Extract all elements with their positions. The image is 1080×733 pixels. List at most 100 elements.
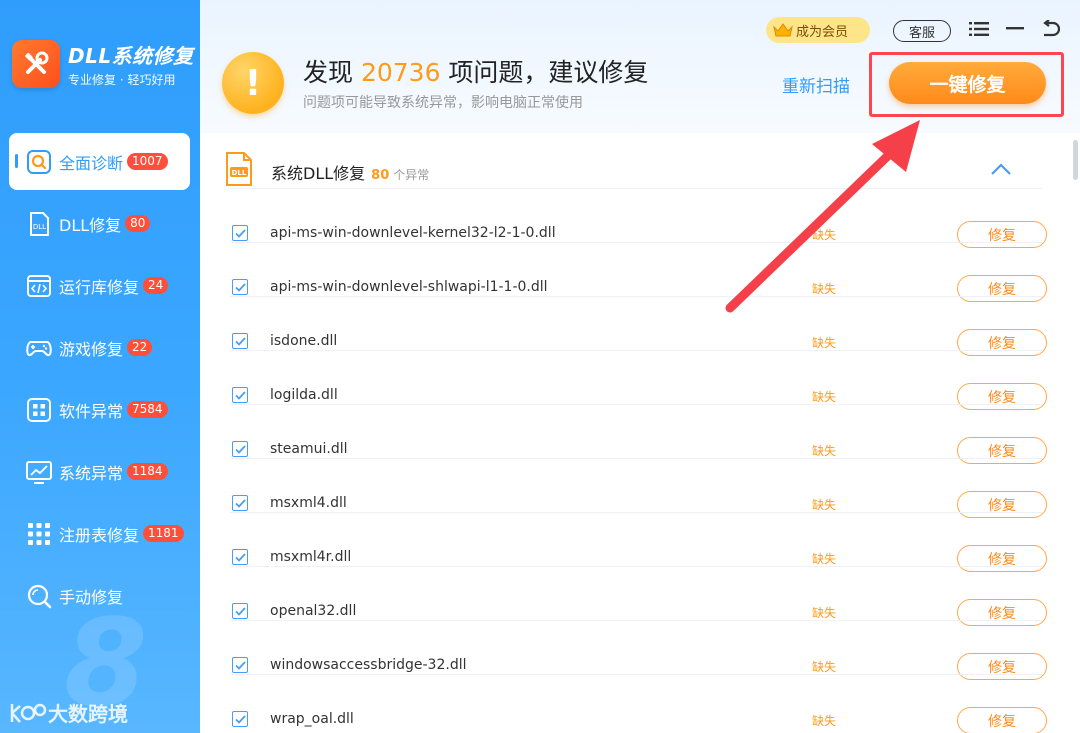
row-checkbox[interactable] — [232, 711, 248, 727]
checkmark-icon — [234, 390, 246, 400]
row-checkbox[interactable] — [232, 441, 248, 457]
status-label: 缺失 — [812, 498, 837, 512]
table-row: msxml4.dll 缺失 修复 — [230, 458, 1047, 518]
gamepad-icon — [25, 334, 53, 362]
dll-file-icon: DLL — [25, 210, 53, 238]
sidebar: DLL系统修复 专业修复 · 轻巧好用 全面诊断 1007 DLL DLL修复 … — [0, 0, 200, 733]
sidebar-nav: 全面诊断 1007 DLL DLL修复 80 运行库修复 24 游戏修复 22 — [9, 133, 190, 629]
search-icon — [25, 148, 53, 176]
one-click-fix-button[interactable]: 一键修复 — [889, 62, 1046, 104]
back-icon[interactable] — [1038, 16, 1064, 42]
section-count: 80 — [371, 168, 390, 183]
page-title: 发现 20736 项问题，建议修复 — [303, 58, 649, 87]
dll-filename: openal32.dll — [270, 603, 357, 619]
menu-icon[interactable] — [966, 16, 992, 42]
sidebar-item-dll-repair[interactable]: DLL DLL修复 80 — [9, 195, 190, 252]
app-subtitle: 专业修复 · 轻巧好用 — [68, 73, 176, 87]
sidebar-item-label: DLL修复 — [59, 215, 122, 235]
minimize-icon[interactable] — [1002, 16, 1028, 42]
checkmark-icon — [234, 336, 246, 346]
row-checkbox[interactable] — [232, 387, 248, 403]
status-label: 缺失 — [812, 282, 837, 296]
sidebar-item-label: 系统异常 — [59, 463, 124, 483]
header: ! 发现 20736 项问题，建议修复 问题项可能导致系统异常，影响电脑正常使用… — [200, 0, 1080, 133]
sidebar-item-label: 注册表修复 — [59, 525, 140, 545]
checkmark-icon — [234, 228, 246, 238]
table-row: openal32.dll 缺失 修复 — [230, 566, 1047, 626]
svg-text:DLL: DLL — [232, 169, 247, 177]
count-badge: 1181 — [143, 525, 184, 542]
sidebar-item-registry-repair[interactable]: 注册表修复 1181 — [9, 505, 190, 562]
table-row: api-ms-win-downlevel-kernel32-l2-1-0.dll… — [230, 188, 1047, 248]
status-label: 缺失 — [812, 714, 837, 728]
sidebar-item-label: 运行库修复 — [59, 277, 140, 297]
dll-filename: msxml4r.dll — [270, 549, 352, 565]
row-checkbox[interactable] — [232, 603, 248, 619]
watermark-text: 大数跨境 — [48, 702, 128, 726]
issue-count: 20736 — [360, 58, 441, 87]
sidebar-item-system-issues[interactable]: 系统异常 1184 — [9, 443, 190, 500]
count-badge: 1184 — [127, 463, 168, 480]
dll-filename: logilda.dll — [270, 387, 338, 403]
customer-service-button[interactable]: 客服 — [893, 20, 951, 42]
checkmark-icon — [234, 606, 246, 616]
apps-grid-icon — [25, 396, 53, 424]
table-row: isdone.dll 缺失 修复 — [230, 296, 1047, 356]
count-badge: 80 — [125, 215, 151, 232]
registry-grid-icon — [25, 520, 53, 548]
checkmark-icon — [234, 714, 246, 724]
rescan-link[interactable]: 重新扫描 — [782, 72, 850, 97]
page-subtitle: 问题项可能导致系统异常，影响电脑正常使用 — [303, 95, 583, 111]
section-unit: 个异常 — [393, 168, 430, 182]
dll-filename: isdone.dll — [270, 333, 338, 349]
count-badge: 24 — [143, 277, 169, 294]
table-row: msxml4r.dll 缺失 修复 — [230, 512, 1047, 572]
row-checkbox[interactable] — [232, 549, 248, 565]
checkmark-icon — [234, 498, 246, 508]
scrollbar-thumb[interactable] — [1073, 140, 1078, 180]
fix-button[interactable]: 修复 — [957, 707, 1047, 733]
row-checkbox[interactable] — [232, 495, 248, 511]
row-checkbox[interactable] — [232, 333, 248, 349]
dll-filename: windowsaccessbridge-32.dll — [270, 657, 467, 673]
section-title: 系统DLL修复 80 个异常 — [271, 164, 430, 183]
row-checkbox[interactable] — [232, 225, 248, 241]
status-label: 缺失 — [812, 228, 837, 242]
app-title: DLL系统修复 — [68, 44, 194, 68]
status-label: 缺失 — [812, 336, 837, 350]
row-checkbox[interactable] — [232, 279, 248, 295]
checkmark-icon — [234, 282, 246, 292]
count-badge: 22 — [127, 339, 153, 356]
dll-filename: steamui.dll — [270, 441, 348, 457]
table-row: wrap_oal.dll 缺失 修复 — [230, 674, 1047, 733]
checkmark-icon — [234, 660, 246, 670]
dll-filename: api-ms-win-downlevel-kernel32-l2-1-0.dll — [270, 225, 556, 241]
row-checkbox[interactable] — [232, 657, 248, 673]
code-window-icon — [25, 272, 53, 300]
table-row: api-ms-win-downlevel-shlwapi-l1-1-0.dll 缺… — [230, 242, 1047, 302]
sidebar-item-game-repair[interactable]: 游戏修复 22 — [9, 319, 190, 376]
dll-filename: api-ms-win-downlevel-shlwapi-l1-1-0.dll — [270, 279, 548, 295]
app-logo: DLL系统修复 专业修复 · 轻巧好用 — [12, 40, 194, 88]
sidebar-item-full-diagnosis[interactable]: 全面诊断 1007 — [9, 133, 190, 190]
sidebar-item-label: 全面诊断 — [59, 153, 124, 173]
crown-icon — [770, 19, 796, 41]
tools-icon — [12, 40, 60, 88]
checkmark-icon — [234, 552, 246, 562]
sidebar-item-software-issues[interactable]: 软件异常 7584 — [9, 381, 190, 438]
sidebar-item-label: 游戏修复 — [59, 339, 124, 359]
status-label: 缺失 — [812, 606, 837, 620]
status-label: 缺失 — [812, 552, 837, 566]
table-row: logilda.dll 缺失 修复 — [230, 350, 1047, 410]
dll-file-icon: DLL — [226, 152, 252, 186]
sidebar-item-runtime-repair[interactable]: 运行库修复 24 — [9, 257, 190, 314]
sidebar-item-label: 软件异常 — [59, 401, 124, 421]
count-badge: 7584 — [127, 401, 168, 418]
chevron-up-icon[interactable] — [990, 161, 1012, 177]
become-member-button[interactable]: 成为会员 — [766, 17, 870, 43]
status-label: 缺失 — [812, 390, 837, 404]
status-label: 缺失 — [812, 660, 837, 674]
dll-issue-list: api-ms-win-downlevel-kernel32-l2-1-0.dll… — [230, 188, 1047, 733]
magnifier-icon — [25, 582, 53, 610]
watermark: 大数跨境 — [8, 698, 128, 727]
